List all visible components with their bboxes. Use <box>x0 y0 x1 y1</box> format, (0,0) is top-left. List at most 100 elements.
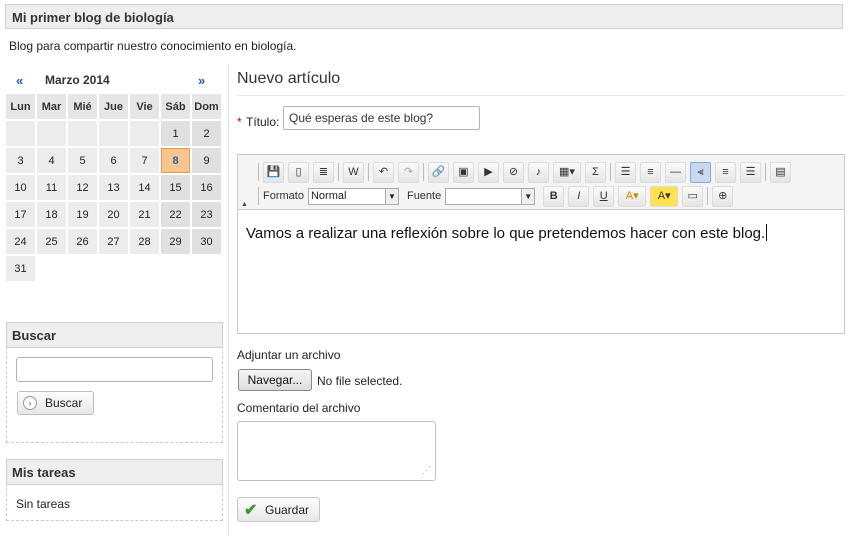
calendar-day[interactable]: 11 <box>37 175 66 200</box>
search-heading: Buscar <box>12 328 57 343</box>
calendar-day[interactable]: 3 <box>6 148 35 173</box>
title-input[interactable] <box>283 106 480 130</box>
calendar-day[interactable]: 17 <box>6 202 35 227</box>
underline-icon[interactable]: U <box>593 185 615 207</box>
calendar-day[interactable]: 4 <box>37 148 66 173</box>
audio-icon[interactable]: ♪ <box>528 161 549 183</box>
bold-icon[interactable]: B <box>543 185 565 207</box>
save-icon[interactable]: 💾 <box>263 161 284 183</box>
toolbar-separator <box>338 163 339 181</box>
format-label: Formato <box>263 190 304 202</box>
calendar-day[interactable]: 18 <box>37 202 66 227</box>
tasks-empty-text: Sin tareas <box>16 497 71 511</box>
toolbar-separator <box>765 163 766 181</box>
toolbar-separator <box>610 163 611 181</box>
column-divider <box>228 64 229 536</box>
search-input[interactable] <box>16 357 213 382</box>
calendar-day[interactable]: 14 <box>130 175 159 200</box>
text-color-icon[interactable]: A▾ <box>618 185 647 207</box>
comment-textarea[interactable]: ⋰ <box>237 421 436 481</box>
calendar-empty-cell <box>99 121 128 146</box>
horizontal-rule-icon[interactable]: — <box>665 161 686 183</box>
video-icon[interactable]: ▶ <box>478 161 499 183</box>
save-button-label: Guardar <box>265 503 310 517</box>
paste-text-icon[interactable]: ▭ <box>682 185 704 207</box>
flash-icon[interactable]: ⊘ <box>503 161 524 183</box>
calendar-day[interactable]: 25 <box>37 229 66 254</box>
calendar-day[interactable]: 22 <box>161 202 190 227</box>
calendar-next-button[interactable]: » <box>198 73 205 88</box>
calendar-day[interactable]: 30 <box>192 229 221 254</box>
calendar-day[interactable]: 1 <box>161 121 190 146</box>
justify-icon[interactable]: ☰ <box>740 161 761 183</box>
calendar-day[interactable]: 31 <box>6 256 35 281</box>
calendar-day[interactable]: 21 <box>130 202 159 227</box>
font-select[interactable]: ▼ <box>445 187 536 205</box>
browse-button[interactable]: Navegar... <box>238 369 312 391</box>
editor-toolbar-row-1: 💾 ▯ ≣ W ↶ ↷ 🔗 ▣ ▶ ⊘ ♪ ▦▾ Σ ☰ ≡ — ⫷ ≡ ☰ ▤ <box>258 161 795 183</box>
maximize-icon[interactable]: ⊕ <box>712 185 734 207</box>
calendar-weekday: Lun <box>6 94 35 119</box>
link-icon[interactable]: 🔗 <box>428 161 449 183</box>
resize-grip-icon[interactable]: ⋰ <box>422 465 431 476</box>
calendar-day[interactable]: 5 <box>68 148 97 173</box>
bullet-list-icon[interactable]: ☰ <box>615 161 636 183</box>
calendar-empty-cell <box>6 121 35 146</box>
calendar-day[interactable]: 23 <box>192 202 221 227</box>
calendar-day[interactable]: 26 <box>68 229 97 254</box>
calendar: « Marzo 2014 » Lun Mar Mié Jue Vie Sáb Dom 123… <box>6 66 223 283</box>
undo-icon[interactable]: ↶ <box>373 161 394 183</box>
required-mark: * <box>237 115 242 129</box>
redo-icon[interactable]: ↷ <box>398 161 419 183</box>
calendar-day[interactable]: 10 <box>6 175 35 200</box>
search-panel: Buscar › Buscar <box>6 322 223 443</box>
heading-divider <box>237 95 845 96</box>
toolbar-separator <box>258 163 259 181</box>
editor-content[interactable]: Vamos a realizar una reflexión sobre lo … <box>238 209 844 333</box>
save-button[interactable]: ✔ Guardar <box>237 497 320 522</box>
numbered-list-icon[interactable]: ≡ <box>640 161 661 183</box>
calendar-day[interactable]: 7 <box>130 148 159 173</box>
calendar-day[interactable]: 24 <box>6 229 35 254</box>
calendar-day[interactable]: 20 <box>99 202 128 227</box>
calendar-empty-cell <box>99 256 128 281</box>
new-page-icon[interactable]: ▯ <box>288 161 309 183</box>
image-icon[interactable]: ▣ <box>453 161 474 183</box>
calendar-grid: Lun Mar Mié Jue Vie Sáb Dom 1 2 3 4 5 6 7 8 9 10 11 12 13 1… <box>4 92 223 283</box>
calendar-weekday: Mar <box>37 94 66 119</box>
table-icon[interactable]: ▦▾ <box>553 161 581 183</box>
blog-header: Mi primer blog de biología <box>5 4 843 29</box>
calendar-empty-cell <box>68 256 97 281</box>
blog-title: Mi primer blog de biología <box>12 10 174 25</box>
align-left-icon[interactable]: ⫷ <box>690 161 711 183</box>
calendar-day[interactable]: 13 <box>99 175 128 200</box>
comment-label: Comentario del archivo <box>237 401 361 415</box>
calendar-day[interactable]: 12 <box>68 175 97 200</box>
format-select[interactable]: Normal ▼ <box>307 187 399 205</box>
search-button[interactable]: › Buscar <box>17 391 94 415</box>
calendar-prev-button[interactable]: « <box>16 73 23 88</box>
templates-icon[interactable]: ≣ <box>313 161 334 183</box>
bg-color-icon[interactable]: A▾ <box>650 185 679 207</box>
paste-word-icon[interactable]: W <box>343 161 364 183</box>
collapse-toolbar-icon[interactable]: ▲ <box>241 201 248 208</box>
calendar-day[interactable]: 16 <box>192 175 221 200</box>
calendar-day[interactable]: 6 <box>99 148 128 173</box>
calendar-day[interactable]: 2 <box>192 121 221 146</box>
formula-icon[interactable]: Σ <box>585 161 606 183</box>
tasks-panel-header: Mis tareas <box>6 459 223 485</box>
calendar-day[interactable]: 9 <box>192 148 221 173</box>
calendar-day[interactable]: 28 <box>130 229 159 254</box>
format-value: Normal <box>310 189 347 202</box>
calendar-day[interactable]: 15 <box>161 175 190 200</box>
calendar-day[interactable]: 19 <box>68 202 97 227</box>
calendar-weekday: Vie <box>130 94 159 119</box>
calendar-day[interactable]: 29 <box>161 229 190 254</box>
calendar-day-today[interactable]: 8 <box>161 148 190 173</box>
align-center-icon[interactable]: ≡ <box>715 161 736 183</box>
italic-icon[interactable]: I <box>568 185 590 207</box>
source-icon[interactable]: ▤ <box>770 161 791 183</box>
calendar-day[interactable]: 27 <box>99 229 128 254</box>
no-file-text: No file selected. <box>317 374 403 388</box>
calendar-empty-cell <box>68 121 97 146</box>
